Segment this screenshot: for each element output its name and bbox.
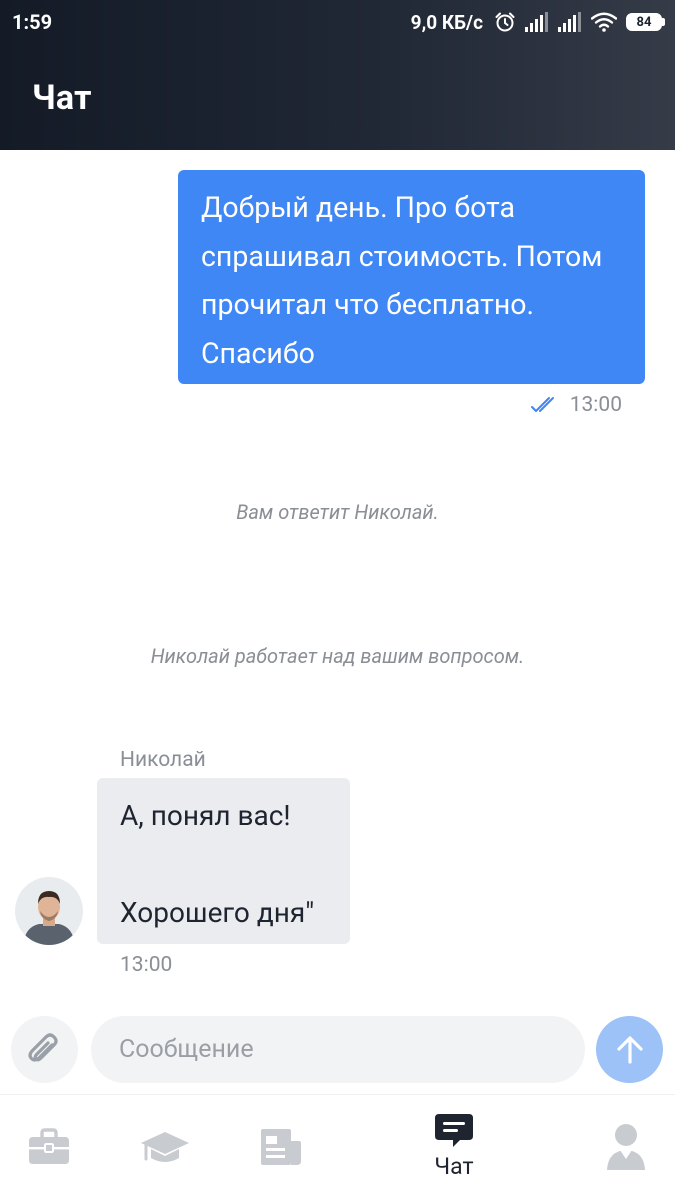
nav-item-documents[interactable]: [258, 1095, 304, 1200]
graduation-cap-icon: [141, 1132, 189, 1162]
chat-icon: [435, 1114, 473, 1147]
nav-label-chat: Чат: [434, 1153, 474, 1180]
incoming-message[interactable]: А, понял вас! Хорошего дня": [97, 778, 350, 944]
message-time: 13:00: [120, 953, 173, 977]
message-line: прочитал что бесплатно.: [201, 288, 535, 321]
wifi-icon: [591, 12, 617, 32]
nav-item-work[interactable]: [26, 1095, 72, 1200]
app-header: 1:59 9,0 КБ/с 84 Чат: [0, 0, 675, 150]
nav-item-profile[interactable]: [604, 1095, 648, 1200]
arrow-up-icon: [616, 1035, 643, 1064]
message-line: Добрый день. Про бота: [201, 191, 516, 224]
attach-button[interactable]: [11, 1016, 78, 1083]
message-line: Спасибо: [201, 336, 315, 370]
paperclip-icon: [27, 1032, 58, 1062]
status-time: 1:59: [12, 10, 53, 34]
briefcase-icon: [29, 1128, 69, 1164]
status-bar: 1:59 9,0 КБ/с 84: [0, 0, 675, 45]
page-title: Чат: [32, 78, 92, 118]
nav-item-chat[interactable]: Чат: [424, 1095, 484, 1200]
double-check-icon: [530, 397, 554, 412]
message-input[interactable]: [91, 1016, 585, 1083]
network-speed: 9,0 КБ/с: [410, 10, 483, 34]
signal-icon: [558, 12, 581, 32]
battery-level: 84: [636, 14, 652, 30]
outgoing-message-meta: 13:00: [530, 393, 622, 417]
system-message: Николай работает над вашим вопросом.: [150, 644, 525, 668]
avatar[interactable]: [15, 877, 83, 945]
outgoing-message[interactable]: Добрый день. Про бота спрашивал стоимост…: [178, 170, 645, 384]
status-indicators: 9,0 КБ/с 84: [411, 10, 665, 34]
message-time: 13:00: [569, 393, 622, 417]
send-button[interactable]: [596, 1016, 663, 1083]
signal-icon: [525, 12, 548, 32]
nav-item-education[interactable]: [140, 1095, 190, 1200]
message-line: Хорошего дня": [120, 896, 315, 929]
agent-name: Николай: [120, 748, 206, 772]
profile-icon: [607, 1124, 645, 1170]
system-message: Вам ответит Николай.: [236, 500, 439, 524]
message-line: А, понял вас!: [120, 799, 291, 832]
bottom-nav: Чат: [0, 1094, 675, 1200]
message-line: спрашивал стоимость. Потом: [201, 239, 603, 273]
alarm-icon: [495, 12, 515, 32]
document-icon: [261, 1129, 301, 1165]
battery-icon: 84: [626, 13, 665, 31]
